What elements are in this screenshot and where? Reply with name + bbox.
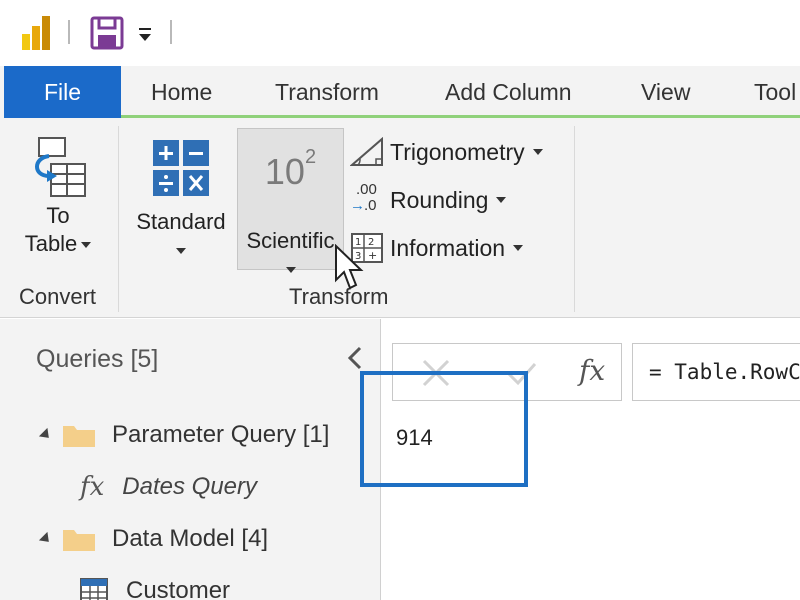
tab-home[interactable]: Home — [151, 66, 212, 118]
save-icon[interactable] — [90, 16, 124, 50]
to-table-icon — [35, 137, 86, 197]
chevron-down-icon — [285, 267, 296, 274]
chevron-down-icon — [532, 149, 543, 155]
chevron-down-icon — [496, 197, 507, 203]
formula-text: = Table.RowCount — [649, 360, 800, 384]
function-icon: fx — [80, 472, 105, 502]
rounding-icon-top: .00 — [356, 181, 377, 198]
tab-file[interactable]: File — [4, 66, 121, 118]
information-label: Information — [390, 234, 506, 261]
customize-dropdown-icon[interactable] — [136, 24, 154, 44]
tab-tools[interactable]: Tool — [754, 66, 796, 118]
table-icon — [80, 578, 108, 600]
query-item-label: Customer — [126, 577, 231, 600]
tab-view[interactable]: View — [641, 66, 690, 118]
standard-dropdown — [128, 236, 234, 264]
rounding-icon-arrow: → — [350, 197, 365, 214]
mouse-pointer-icon — [335, 244, 364, 290]
quick-access-toolbar — [0, 0, 800, 66]
svg-text:2: 2 — [368, 237, 374, 248]
scientific-icon: 102 — [238, 146, 343, 219]
formula-input[interactable]: = Table.RowCount — [632, 343, 800, 401]
trigonometry-button[interactable]: Trigonometry — [350, 134, 543, 170]
ribbon-tabs: File Home Transform Add Column View Tool — [0, 66, 800, 118]
expand-arrow-icon[interactable] — [38, 427, 54, 443]
to-table-label-line2: Table — [12, 230, 104, 258]
chevron-down-icon — [513, 245, 524, 251]
information-button[interactable]: 1 3 2 + Information — [350, 230, 524, 266]
chevron-down-icon — [81, 242, 92, 249]
queries-title: Queries [5] — [36, 345, 159, 373]
group-separator — [118, 126, 119, 312]
standard-operations-icon — [153, 140, 209, 196]
query-group-label: Data Model [4] — [112, 525, 269, 552]
powerbi-logo-icon — [22, 16, 50, 50]
expand-arrow-icon[interactable] — [38, 531, 54, 547]
query-group-data-model[interactable]: Data Model [4] — [38, 519, 269, 559]
scientific-button[interactable]: 102 Scientific — [237, 128, 344, 274]
query-item-label: Dates Query — [122, 473, 258, 500]
rounding-button[interactable]: .00 → .0 Rounding — [350, 181, 507, 218]
standard-label: Standard — [136, 209, 226, 234]
toolbar-separator — [170, 20, 172, 44]
scientific-label: Scientific — [246, 228, 335, 253]
to-table-label-line1: To — [46, 203, 70, 228]
folder-icon — [63, 530, 95, 551]
toolbar-separator — [68, 20, 70, 44]
trigonometry-label: Trigonometry — [390, 138, 525, 165]
folder-icon — [63, 426, 95, 447]
rounding-icon-bottom: .0 — [364, 197, 377, 214]
query-group-parameter[interactable]: Parameter Query [1] — [38, 415, 330, 455]
to-table-button[interactable]: To Table — [12, 134, 104, 258]
group-label-convert: Convert — [19, 284, 97, 309]
rounding-label: Rounding — [390, 186, 489, 213]
scientific-icon-base: 10 — [264, 151, 305, 192]
svg-text:+: + — [368, 249, 377, 262]
highlight-annotation-box — [360, 371, 528, 487]
query-item-dates[interactable]: fx Dates Query — [80, 467, 257, 507]
fx-icon[interactable]: fx — [579, 354, 605, 387]
trigonometry-icon — [350, 137, 383, 166]
tab-add-column[interactable]: Add Column — [445, 66, 572, 118]
standard-button[interactable]: Standard — [128, 134, 234, 264]
scientific-dropdown — [238, 255, 343, 283]
chevron-down-icon — [176, 248, 186, 255]
query-item-customer[interactable]: Customer — [80, 571, 230, 600]
group-separator — [574, 126, 575, 312]
chevron-left-icon[interactable] — [344, 345, 364, 371]
rounding-icon: .00 → .0 — [350, 181, 384, 217]
queries-pane: Queries [5] Parameter Query [1] fx Dates… — [0, 319, 381, 600]
scientific-icon-exponent: 2 — [304, 146, 317, 168]
query-group-label: Parameter Query [1] — [112, 421, 330, 448]
tab-transform[interactable]: Transform — [275, 66, 379, 118]
ribbon: To Table Convert Standard 102 Scientific — [0, 118, 800, 318]
